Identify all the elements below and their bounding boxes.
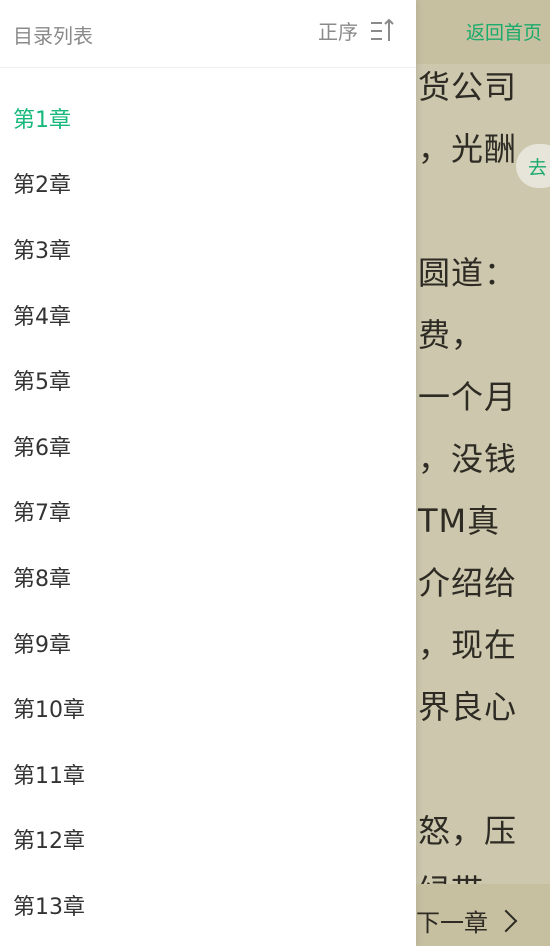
chapter-item[interactable]: 第10章 — [0, 675, 416, 741]
sort-order-button[interactable]: 正序 — [318, 16, 396, 45]
chapter-item[interactable]: 第5章 — [0, 347, 416, 413]
chapter-item[interactable]: 第7章 — [0, 479, 416, 545]
chapter-item[interactable]: 第2章 — [0, 151, 416, 217]
reader-text-line: ，光酬 — [418, 130, 518, 168]
sort-order-icon — [371, 18, 394, 41]
reader-text-line: 怒，压 — [418, 812, 518, 850]
reader-text-line: ，现在 — [418, 626, 518, 664]
chevron-right-icon — [494, 909, 518, 932]
chapter-item[interactable]: 第4章 — [0, 282, 416, 348]
chapter-item[interactable]: 第9章 — [0, 610, 416, 676]
chapter-list: 第1章 第2章 第3章 第4章 第5章 第6章 第7章 第8章 第9章 第10章 第11章 第12章第… — [0, 68, 416, 938]
chapter-item[interactable]: 第3章 — [0, 216, 416, 282]
drawer-header: 目录列表 正序 — [0, 0, 416, 68]
reader-text-line: 圆道： — [418, 254, 518, 292]
reader-text-line: 一个月 — [418, 378, 518, 416]
back-home-button[interactable]: 返回首页 — [466, 18, 542, 45]
reader-screen: 货公司，光酬圆道：费，一个月，没钱TM真介绍给，现在界良心怒，压绿带 返回首页 … — [0, 0, 550, 946]
sort-label: 正序 — [318, 20, 358, 44]
chapter-item[interactable]: 第6章 — [0, 413, 416, 479]
next-chapter-button[interactable]: 下一章 — [416, 903, 518, 938]
chapter-item[interactable]: 第13章 — [0, 872, 416, 938]
reader-text-line: 界良心 — [418, 688, 518, 726]
chapter-item[interactable]: 第1章 — [0, 85, 416, 151]
drawer-title: 目录列表 — [13, 24, 93, 48]
next-chapter-label: 下一章 — [416, 909, 488, 937]
chapter-item[interactable]: 第8章 — [0, 544, 416, 610]
chapter-drawer: 目录列表 正序 第1章 第2章 第3章 第4章 第5章 第6章 第7章 第8章 第9章 第10章第… — [0, 0, 416, 946]
reader-text-line: 货公司 — [418, 68, 518, 106]
reader-text-line: 费， — [418, 316, 485, 354]
reader-text-line: TM真 — [418, 502, 501, 540]
chapter-item[interactable]: 第11章 — [0, 741, 416, 807]
reader-text-line: 介绍给 — [418, 564, 518, 602]
reader-text-line: ，没钱 — [418, 440, 518, 478]
chapter-item[interactable]: 第12章 — [0, 807, 416, 873]
